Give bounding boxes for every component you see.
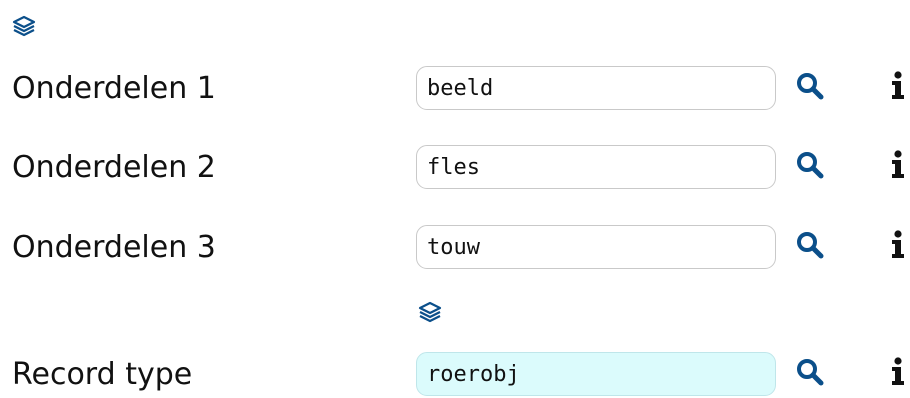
field-label: Onderdelen 1 bbox=[12, 71, 216, 106]
field-label: Record type bbox=[12, 357, 193, 392]
search-icon[interactable] bbox=[792, 68, 828, 104]
field-label: Onderdelen 2 bbox=[12, 150, 216, 185]
onderdelen-2-field[interactable] bbox=[416, 145, 776, 189]
onderdelen-1-input[interactable] bbox=[417, 67, 775, 109]
form-row-onderdelen-3: Onderdelen 3 bbox=[0, 225, 910, 271]
form-row-record-type: Record type bbox=[0, 352, 910, 398]
info-icon[interactable] bbox=[888, 229, 908, 261]
onderdelen-3-field[interactable] bbox=[416, 225, 776, 269]
form-row-onderdelen-1: Onderdelen 1 bbox=[0, 66, 910, 112]
layers-icon bbox=[418, 300, 442, 324]
info-icon[interactable] bbox=[888, 70, 908, 102]
onderdelen-3-input[interactable] bbox=[417, 226, 775, 268]
search-icon[interactable] bbox=[792, 354, 828, 390]
info-icon[interactable] bbox=[888, 149, 908, 181]
search-icon[interactable] bbox=[792, 227, 828, 263]
field-label: Onderdelen 3 bbox=[12, 230, 216, 265]
onderdelen-2-input[interactable] bbox=[417, 146, 775, 188]
search-icon[interactable] bbox=[792, 147, 828, 183]
record-type-input[interactable] bbox=[417, 353, 775, 395]
info-icon[interactable] bbox=[888, 356, 908, 388]
onderdelen-1-field[interactable] bbox=[416, 66, 776, 110]
form-row-onderdelen-2: Onderdelen 2 bbox=[0, 145, 910, 191]
record-type-field[interactable] bbox=[416, 352, 776, 396]
layers-icon bbox=[12, 14, 36, 38]
